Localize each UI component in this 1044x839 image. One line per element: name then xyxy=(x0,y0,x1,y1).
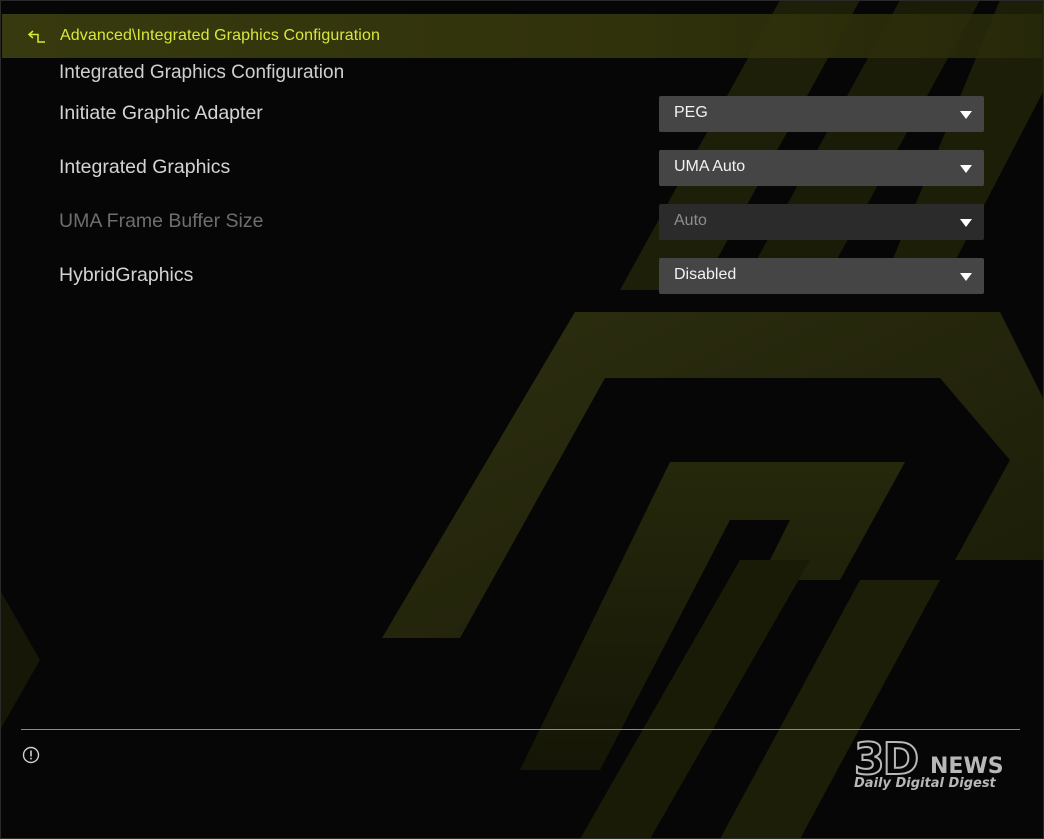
dropdown-value: UMA Auto xyxy=(674,158,746,175)
setting-label: Integrated Graphics xyxy=(59,156,231,178)
setting-row-hybrid-graphics: HybridGraphics Disabled xyxy=(0,258,1044,294)
integrated-graphics-dropdown[interactable]: UMA Auto xyxy=(659,150,984,186)
bios-window: Advanced\Integrated Graphics Configurati… xyxy=(0,0,1044,839)
caret-down-icon xyxy=(960,219,972,227)
uma-frame-buffer-size-dropdown: Auto xyxy=(659,204,984,240)
hybrid-graphics-dropdown[interactable]: Disabled xyxy=(659,258,984,294)
setting-row-integrated-graphics: Integrated Graphics UMA Auto xyxy=(0,150,1044,186)
logo-tagline: Daily Digital Digest xyxy=(854,776,996,791)
back-arrow-icon[interactable] xyxy=(26,29,46,45)
dropdown-value: Disabled xyxy=(674,266,737,283)
caret-down-icon xyxy=(960,273,972,281)
dropdown-value: Auto xyxy=(674,212,707,229)
breadcrumb: Advanced\Integrated Graphics Configurati… xyxy=(2,14,1042,58)
breadcrumb-path[interactable]: Advanced\Integrated Graphics Configurati… xyxy=(60,27,380,45)
dropdown-value: PEG xyxy=(674,104,708,121)
watermark-logo: 3D NEWS Daily Digital Digest xyxy=(850,735,1020,796)
bottom-divider xyxy=(21,729,1020,730)
setting-label: UMA Frame Buffer Size xyxy=(59,210,264,232)
info-icon[interactable] xyxy=(22,746,40,764)
setting-row-initiate-graphic-adapter: Initiate Graphic Adapter PEG xyxy=(0,96,1044,132)
caret-down-icon xyxy=(960,111,972,119)
caret-down-icon xyxy=(960,165,972,173)
setting-label: HybridGraphics xyxy=(59,264,194,286)
setting-label: Initiate Graphic Adapter xyxy=(59,102,263,124)
setting-row-uma-frame-buffer-size: UMA Frame Buffer Size Auto xyxy=(0,204,1044,240)
initiate-graphic-adapter-dropdown[interactable]: PEG xyxy=(659,96,984,132)
section-title: Integrated Graphics Configuration xyxy=(59,62,345,83)
